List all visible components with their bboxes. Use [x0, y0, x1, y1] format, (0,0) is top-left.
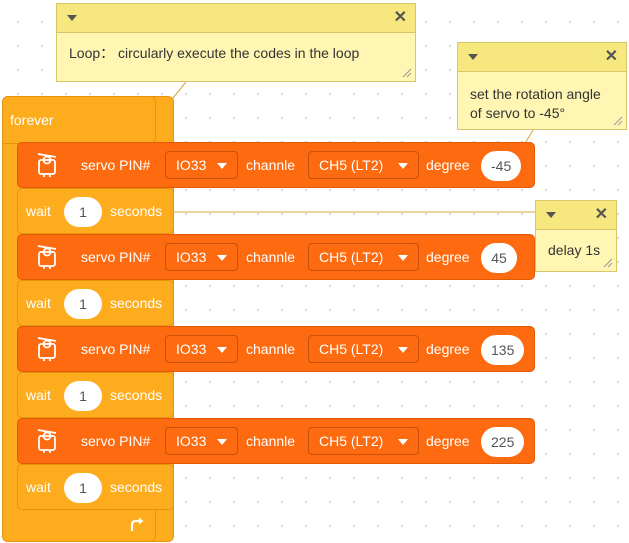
pin-dropdown-value: IO33	[176, 249, 207, 265]
comment-text[interactable]: delay 1s	[548, 241, 600, 260]
channel-dropdown[interactable]: CH5 (LT2)	[308, 151, 419, 179]
seconds-label: seconds	[110, 479, 163, 495]
degree-label: degree	[426, 249, 470, 265]
comment-title-bar[interactable]: ✕	[57, 4, 415, 33]
wait-block-2[interactable]: wait 1 seconds	[17, 280, 174, 326]
wait-label: wait	[26, 387, 51, 403]
pin-dropdown[interactable]: IO33	[165, 335, 238, 363]
servo-block-2[interactable]: servo PIN# IO33 channle CH5 (LT2) degree…	[17, 234, 535, 280]
comment-rotation[interactable]: ✕ set the rotation angle of servo to -45…	[457, 42, 627, 130]
comment-title-bar[interactable]: ✕	[458, 43, 626, 72]
servo-block-3[interactable]: servo PIN# IO33 channle CH5 (LT2) degree…	[17, 326, 535, 372]
channel-dropdown[interactable]: CH5 (LT2)	[308, 243, 419, 271]
wait-seconds-input[interactable]: 1	[64, 381, 102, 411]
degree-input[interactable]: 135	[481, 335, 525, 365]
chevron-down-icon	[398, 439, 408, 445]
servo-motor-icon	[37, 245, 57, 269]
servo-pin-label: servo PIN#	[81, 341, 151, 357]
degree-input[interactable]: 225	[481, 427, 525, 457]
comment-text-line: of servo to -45°	[470, 105, 566, 121]
chevron-down-icon	[217, 347, 227, 353]
comment-delay[interactable]: ✕ delay 1s	[535, 200, 617, 272]
servo-pin-label: servo PIN#	[81, 433, 151, 449]
servo-block-4[interactable]: servo PIN# IO33 channle CH5 (LT2) degree…	[17, 418, 535, 464]
degree-label: degree	[426, 341, 470, 357]
servo-pin-label: servo PIN#	[81, 249, 151, 265]
wait-block-3[interactable]: wait 1 seconds	[17, 372, 174, 418]
pin-dropdown-value: IO33	[176, 157, 207, 173]
servo-pin-label: servo PIN#	[81, 157, 151, 173]
chevron-down-icon	[398, 163, 408, 169]
chevron-down-icon[interactable]	[546, 212, 556, 218]
seconds-label: seconds	[110, 387, 163, 403]
degree-label: degree	[426, 157, 470, 173]
resize-handle-icon[interactable]	[613, 116, 623, 126]
chevron-down-icon	[398, 255, 408, 261]
channel-dropdown-value: CH5 (LT2)	[319, 433, 384, 449]
degree-label: degree	[426, 433, 470, 449]
pin-dropdown[interactable]: IO33	[165, 151, 238, 179]
resize-handle-icon[interactable]	[603, 258, 613, 268]
close-icon[interactable]: ✕	[605, 47, 618, 67]
channel-label: channle	[246, 157, 296, 173]
pin-dropdown-value: IO33	[176, 433, 207, 449]
wait-seconds-input[interactable]: 1	[64, 473, 102, 503]
wait-block-4[interactable]: wait 1 seconds	[17, 464, 174, 510]
channel-label: channle	[246, 249, 296, 265]
channel-dropdown[interactable]: CH5 (LT2)	[308, 427, 419, 455]
seconds-label: seconds	[110, 203, 163, 219]
resize-handle-icon[interactable]	[402, 68, 412, 78]
servo-block-1[interactable]: servo PIN# IO33 channle CH5 (LT2) degree…	[17, 142, 535, 188]
chevron-down-icon[interactable]	[468, 54, 478, 60]
loop-arrow-icon	[130, 517, 144, 531]
chevron-down-icon[interactable]	[67, 15, 77, 21]
chevron-down-icon	[217, 163, 227, 169]
seconds-label: seconds	[110, 295, 163, 311]
channel-dropdown[interactable]: CH5 (LT2)	[308, 335, 419, 363]
channel-label: channle	[246, 433, 296, 449]
pin-dropdown[interactable]: IO33	[165, 427, 238, 455]
channel-label: channle	[246, 341, 296, 357]
pin-dropdown[interactable]: IO33	[165, 243, 238, 271]
servo-motor-icon	[37, 429, 57, 453]
wait-seconds-input[interactable]: 1	[64, 289, 102, 319]
wait-label: wait	[26, 295, 51, 311]
pin-dropdown-value: IO33	[176, 341, 207, 357]
servo-motor-icon	[37, 153, 57, 177]
degree-input[interactable]: 45	[481, 243, 517, 273]
chevron-down-icon	[398, 347, 408, 353]
channel-dropdown-value: CH5 (LT2)	[319, 341, 384, 357]
channel-dropdown-value: CH5 (LT2)	[319, 157, 384, 173]
comment-text[interactable]: set the rotation angle of servo to -45°	[470, 85, 601, 123]
servo-motor-icon	[37, 337, 57, 361]
chevron-down-icon	[217, 255, 227, 261]
comment-text[interactable]: Loop： circularly execute the codes in th…	[69, 44, 359, 63]
wait-seconds-input[interactable]: 1	[64, 197, 102, 227]
forever-label: forever	[10, 112, 54, 128]
wait-label: wait	[26, 479, 51, 495]
comment-loop[interactable]: ✕ Loop： circularly execute the codes in …	[56, 3, 416, 82]
chevron-down-icon	[217, 439, 227, 445]
channel-dropdown-value: CH5 (LT2)	[319, 249, 384, 265]
comment-text-line: set the rotation angle	[470, 86, 601, 102]
close-icon[interactable]: ✕	[394, 8, 407, 28]
close-icon[interactable]: ✕	[595, 205, 608, 225]
wait-block-1[interactable]: wait 1 seconds	[17, 188, 174, 234]
comment-title-bar[interactable]: ✕	[536, 201, 616, 230]
wait-label: wait	[26, 203, 51, 219]
degree-input[interactable]: -45	[481, 151, 522, 181]
